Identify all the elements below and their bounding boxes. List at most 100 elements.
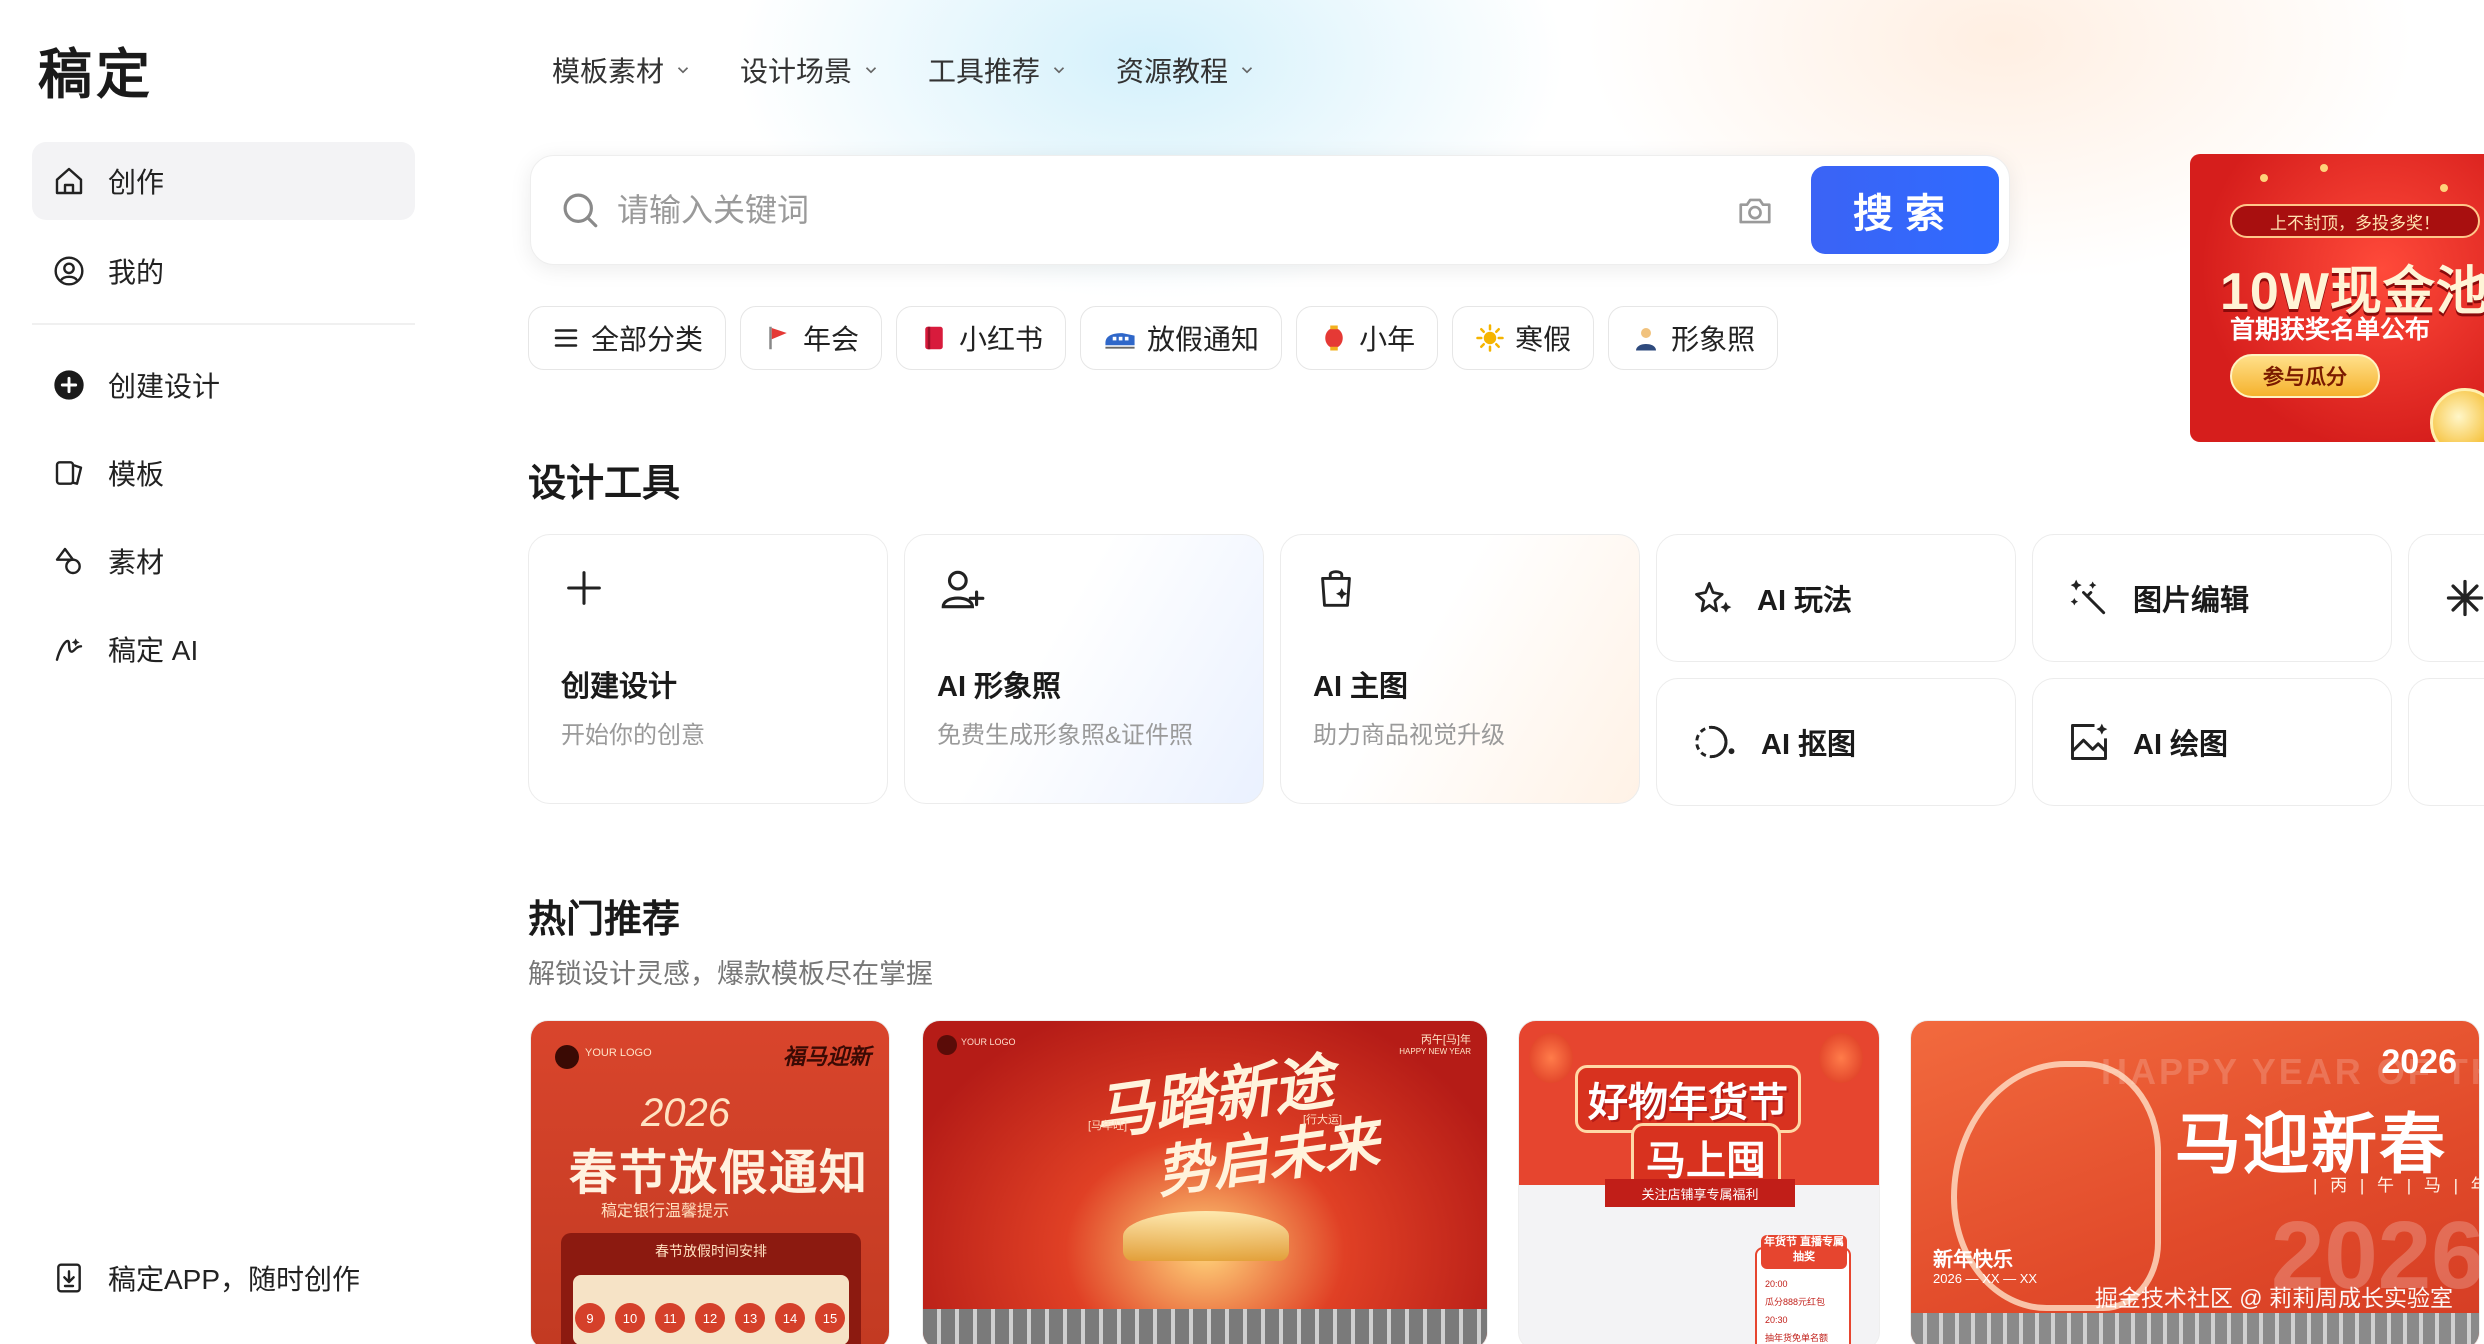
day-badge: 15 — [815, 1303, 845, 1333]
topnav-label: 设计场景 — [740, 56, 853, 87]
day-badge: 12 — [695, 1303, 725, 1333]
sidebar-item-create[interactable]: 创作 — [32, 142, 415, 220]
tool-card-ai-draw[interactable]: AI 绘图 — [2032, 678, 2392, 806]
cutout-icon — [1691, 720, 1739, 764]
section-title-design-tools: 设计工具 — [528, 463, 681, 505]
user-circle-icon — [50, 252, 88, 290]
category-chip-holiday-notice[interactable]: 放假通知 — [1080, 306, 1283, 370]
category-chip-all[interactable]: 全部分类 — [528, 306, 727, 370]
topnav-item-scenes[interactable]: 设计场景 — [740, 50, 880, 90]
template-text: 2026 — [2381, 1043, 2457, 1081]
plus-icon — [561, 565, 607, 616]
mini-poster: 年货节 直播专属抽奖 20:00 瓜分888元红包 20:30 抽年货免单名额 — [1755, 1235, 1851, 1344]
chip-label: 寒假 — [1515, 324, 1572, 355]
section-subtitle-hot: 解锁设计灵感，爆款模板尽在掌握 — [528, 959, 933, 989]
category-chip-xiaonian[interactable]: 小年 — [1296, 306, 1439, 370]
chip-label: 放假通知 — [1147, 324, 1260, 355]
template-card-horse-new-journey[interactable]: YOUR LOGO 丙午[马]年 HAPPY NEW YEAR 马踏新途 势启未… — [922, 1020, 1488, 1344]
app-logo[interactable]: 稿定 — [38, 30, 154, 109]
download-icon — [50, 1259, 88, 1297]
sidebar-item-template[interactable]: 模板 — [32, 434, 415, 512]
topnav-item-tools[interactable]: 工具推荐 — [928, 50, 1068, 90]
search-icon — [563, 193, 598, 228]
chip-label: 小年 — [1359, 324, 1416, 355]
tool-card-ai-main-image[interactable]: AI 主图 助力商品视觉升级 — [1280, 534, 1640, 804]
lantern-icon — [1319, 323, 1349, 353]
watermark-text: 掘金技术社区 @ 莉莉周成长实验室 — [2094, 1285, 2453, 1311]
template-card-new-year-goods[interactable]: 好物年货节 马上囤 关注店铺享专属福利 年货节 直播专属抽奖 20:00 瓜分8… — [1518, 1020, 1880, 1344]
category-chip-winter-break[interactable]: 寒假 — [1452, 306, 1595, 370]
topnav-label: 资源教程 — [1116, 56, 1229, 87]
topnav-label: 工具推荐 — [928, 56, 1041, 87]
day-badge: 9 — [575, 1303, 605, 1333]
sidebar-item-label: 模板 — [108, 459, 165, 490]
sparkle-decoration — [2260, 174, 2268, 182]
topnav-item-resources[interactable]: 资源教程 — [1116, 50, 1256, 90]
template-text: YOUR LOGO — [585, 1047, 652, 1059]
day-badge: 11 — [655, 1303, 685, 1333]
home-icon — [50, 162, 88, 200]
tool-card-title: AI 玩法 — [1757, 585, 1853, 617]
promo-join-button[interactable]: 参与瓜分 — [2230, 354, 2380, 398]
sidebar-item-label: 创建设计 — [108, 371, 221, 402]
train-icon — [1103, 323, 1137, 353]
tool-card-create-design[interactable]: 创建设计 开始你的创意 — [528, 534, 888, 804]
template-card-spring-holiday-notice[interactable]: YOUR LOGO 福马迎新 2026 春节放假通知 稿定银行温馨提示 春节放假… — [530, 1020, 890, 1344]
page-root: 稿定 创作 我的 创建设计 模板 素材 稿定 AI 稿定APP，随时创作 模板素… — [0, 0, 2484, 1344]
template-text: 稿定银行温馨提示 — [601, 1203, 730, 1220]
template-text: | 丙 | 午 | 马 | 年 | — [2313, 1176, 2479, 1195]
tool-card-more-partial[interactable] — [2408, 678, 2484, 806]
topnav-item-templates[interactable]: 模板素材 — [552, 50, 692, 90]
category-chip-annual-party[interactable]: 年会 — [740, 306, 883, 370]
asterisk-icon — [2443, 576, 2484, 620]
tool-card-ai-cutout[interactable]: AI 抠图 — [1656, 678, 2016, 806]
photo-strip — [1911, 1313, 2479, 1344]
photo-strip — [923, 1309, 1487, 1344]
day-badge: 14 — [775, 1303, 805, 1333]
shopping-bag-icon — [1313, 565, 1359, 616]
template-icon — [50, 454, 88, 492]
download-app-link[interactable]: 稿定APP，随时创作 — [32, 1248, 360, 1308]
template-text: 春节放假时间安排 — [655, 1243, 767, 1259]
user-add-icon — [937, 565, 987, 620]
sidebar-item-gaoding-ai[interactable]: 稿定 AI — [32, 610, 415, 688]
template-text: 福马迎新 — [783, 1044, 872, 1069]
template-text: 春节放假通知 — [569, 1147, 870, 1200]
template-text: 丙午[马]年 HAPPY NEW YEAR — [1399, 1031, 1471, 1056]
template-text: 关注店铺享专属福利 — [1605, 1179, 1795, 1207]
sidebar-item-material[interactable]: 素材 — [32, 522, 415, 600]
search-button[interactable]: 搜索 — [1811, 166, 1999, 254]
search-input[interactable] — [617, 182, 1617, 238]
camera-icon[interactable] — [1736, 192, 1774, 230]
category-chip-portrait[interactable]: 形象照 — [1608, 306, 1779, 370]
template-text: YOUR LOGO — [961, 1037, 1016, 1047]
tool-card-ai-portrait[interactable]: AI 形象照 免费生成形象照&证件照 — [904, 534, 1264, 804]
template-text: 年货节 直播专属抽奖 — [1761, 1235, 1847, 1269]
sidebar-item-create-design[interactable]: 创建设计 — [32, 346, 415, 424]
tool-card-desc: 免费生成形象照&证件照 — [937, 722, 1194, 749]
sparkle-decoration — [2440, 184, 2448, 192]
tool-card-title: AI 主图 — [1313, 671, 1409, 703]
chevron-down-icon — [865, 67, 877, 74]
tool-card-title: AI 形象照 — [937, 671, 1062, 703]
chevron-down-icon — [1053, 67, 1065, 74]
tool-card-more-partial[interactable] — [2408, 534, 2484, 662]
sidebar-item-mine[interactable]: 我的 — [32, 232, 415, 310]
tool-card-image-edit[interactable]: 图片编辑 — [2032, 534, 2392, 662]
category-chip-xiaohongshu[interactable]: 小红书 — [896, 306, 1067, 370]
category-chips: 全部分类 年会 小红书 放假通知 小年 寒假 形象照 — [528, 306, 1779, 370]
tool-card-title: 图片编辑 — [2133, 585, 2250, 617]
promo-subtitle: 首期获奖名单公布 — [2230, 316, 2431, 344]
chip-label: 形象照 — [1671, 324, 1756, 355]
top-nav: 模板素材 设计场景 工具推荐 资源教程 — [552, 50, 1256, 90]
magic-wand-icon — [2067, 576, 2111, 620]
template-text: 丙午[马]年 — [1420, 1034, 1471, 1046]
tool-card-ai-play[interactable]: AI 玩法 — [1656, 534, 2016, 662]
template-card-horse-spring[interactable]: HAPPY YEAR OF THE HORSE 2026 马迎新春 | 丙 | … — [1910, 1020, 2480, 1344]
sidebar-item-label: 稿定 AI — [108, 635, 199, 666]
day-badge: 13 — [735, 1303, 765, 1333]
sparkle-star-icon — [1691, 576, 1735, 620]
promo-banner[interactable]: 上不封顶，多投多奖！ 10W现金池 首期获奖名单公布 参与瓜分 — [2190, 154, 2484, 442]
sidebar-divider — [32, 323, 415, 325]
template-text: 瓜分888元红包 — [1765, 1297, 1826, 1307]
